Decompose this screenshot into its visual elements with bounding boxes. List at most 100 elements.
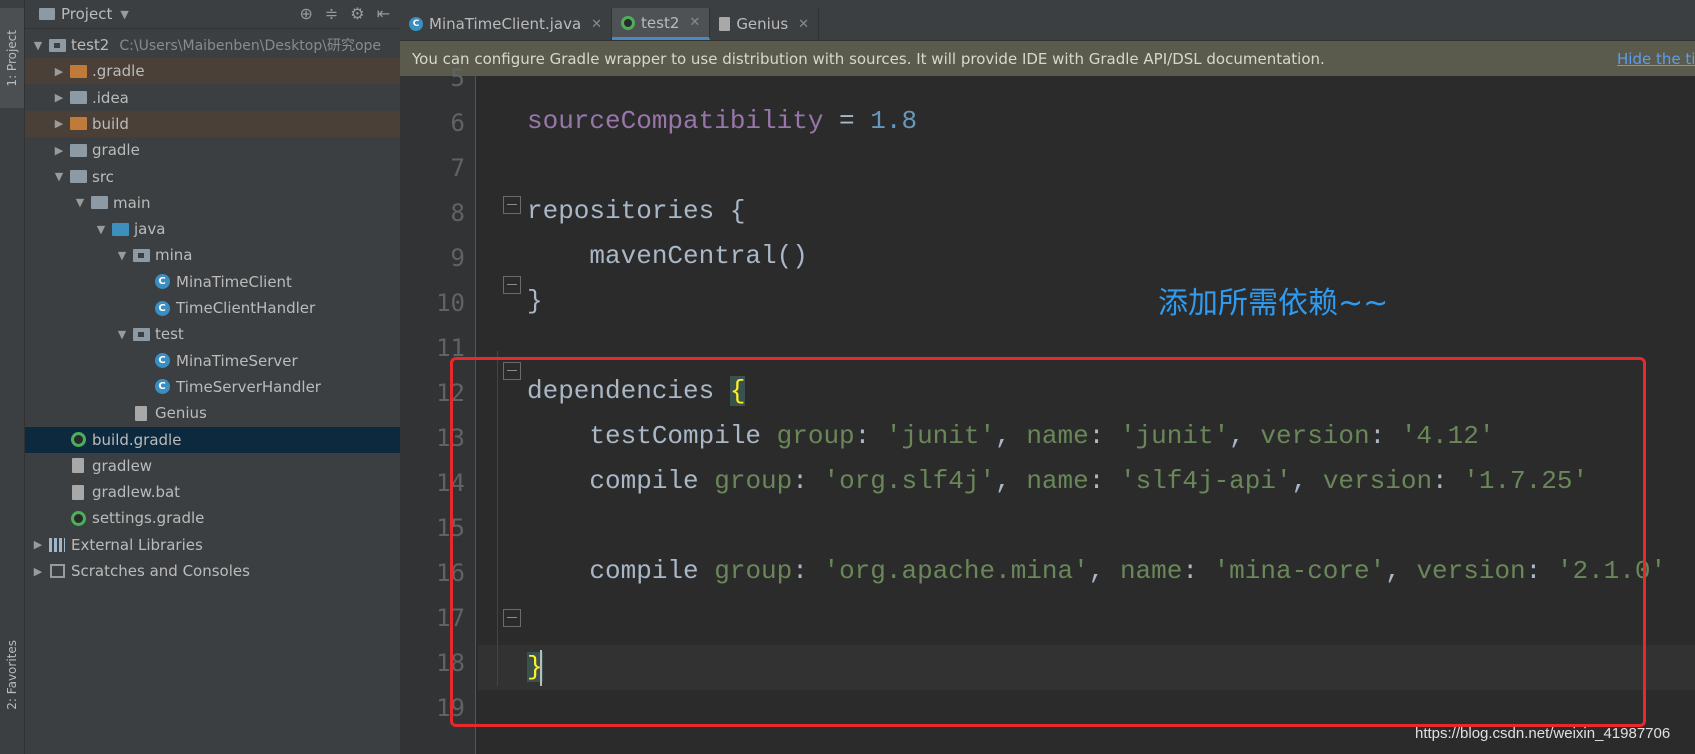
expanded-arrow-icon[interactable]: ▼ [31, 39, 45, 52]
hide-panel-icon[interactable]: ⇤ [377, 4, 390, 23]
expanded-arrow-icon[interactable]: ▼ [115, 328, 129, 341]
collapsed-arrow-icon[interactable]: ▶ [52, 144, 66, 157]
java-class-icon: C [153, 300, 171, 316]
tree-item-label: mina [155, 246, 193, 265]
tree-item-build-gradle[interactable]: build.gradle [25, 426, 400, 453]
java-class-icon: C [153, 274, 171, 290]
fold-marker-icon[interactable] [503, 276, 521, 294]
collapsed-arrow-icon[interactable]: ▶ [52, 117, 66, 130]
tree-item-build[interactable]: ▶ build [25, 110, 400, 137]
tree-item-label: TimeClientHandler [176, 299, 316, 317]
hide-banner-link[interactable]: Hide the ti [1617, 50, 1695, 68]
locate-icon[interactable]: ⊕ [299, 4, 312, 23]
watermark: https://blog.csdn.net/weixin_41987706 [1415, 725, 1671, 742]
tree-item-timeserverhandler[interactable]: C TimeServerHandler [25, 374, 400, 400]
favorites-tool-tab[interactable]: 2: Favorites [0, 625, 24, 725]
folder-orange-icon [69, 63, 87, 79]
gradle-icon [69, 510, 87, 526]
tree-item-label: settings.gradle [92, 509, 205, 528]
tree-item-gradlew[interactable]: gradlew [25, 453, 400, 479]
tree-item-gradlew-bat[interactable]: gradlew.bat [25, 479, 400, 505]
folder-icon [90, 195, 108, 211]
tree-item-label: java [134, 220, 166, 239]
file-icon [132, 405, 150, 421]
project-panel: Project ▼ ⊕ ≑ ⚙ ⇤ ▼ test2 C:\Users\Maibenb… [25, 0, 400, 754]
tree-item-genius[interactable]: Genius [25, 400, 400, 426]
close-icon[interactable]: ✕ [798, 17, 809, 32]
code-line-10: } [527, 286, 543, 316]
tree-item-java[interactable]: ▼ java [25, 216, 400, 242]
tree-item-label: .idea [92, 88, 129, 107]
expanded-arrow-icon[interactable]: ▼ [52, 170, 66, 183]
tree-item-gradle[interactable]: ▶ .gradle [25, 58, 400, 85]
expanded-arrow-icon[interactable]: ▼ [73, 196, 87, 209]
project-panel-toolbar: ⊕ ≑ ⚙ ⇤ [299, 4, 390, 23]
editor-tab-label: test2 [641, 13, 680, 32]
project-view-icon [39, 8, 55, 20]
tree-item-minatimeserver[interactable]: C MinaTimeServer [25, 348, 400, 374]
java-class-icon: C [153, 379, 171, 395]
tree-item-label: main [113, 193, 151, 212]
tree-item-label: build.gradle [92, 430, 182, 449]
editor-tab-genius[interactable]: Genius ✕ [710, 8, 820, 40]
tree-item-gradle[interactable]: ▶ gradle [25, 137, 400, 163]
tree-item-label: MinaTimeClient [176, 272, 292, 291]
tree-item-label: src [92, 167, 114, 186]
tree-item-label: gradlew [92, 456, 153, 475]
collapse-all-icon[interactable]: ≑ [325, 4, 338, 23]
libraries-icon [48, 537, 66, 553]
tree-item-test[interactable]: ▼ test [25, 321, 400, 347]
collapsed-arrow-icon[interactable]: ▶ [31, 538, 45, 551]
close-icon[interactable]: ✕ [591, 17, 602, 32]
gradle-icon [621, 15, 636, 30]
package-icon [132, 326, 150, 342]
tree-item-label: test [155, 325, 184, 344]
tree-item-label: test2 [71, 36, 110, 54]
tree-item-label: Genius [155, 404, 207, 423]
tree-item-scratches-and-consoles[interactable]: ▶ Scratches and Consoles [25, 558, 400, 584]
close-icon[interactable]: ✕ [689, 15, 700, 30]
code-line-9: mavenCentral() [527, 241, 808, 271]
editor-tab-test2[interactable]: test2 ✕ [612, 8, 711, 40]
tree-item-label: gradlew.bat [92, 483, 181, 502]
editor-tab-label: Genius [736, 15, 789, 33]
gradle-icon [69, 432, 87, 448]
chevron-down-icon[interactable]: ▼ [120, 8, 128, 21]
tree-item-label: build [92, 114, 129, 133]
editor-tab-label: MinaTimeClient.java [429, 15, 582, 33]
tree-item-test2[interactable]: ▼ test2 C:\Users\Maibenben\Desktop\研究ope [25, 32, 400, 58]
code-line-8: repositories { [527, 196, 746, 226]
tree-item-label: MinaTimeServer [176, 351, 298, 370]
tree-item-external-libraries[interactable]: ▶ External Libraries [25, 532, 400, 558]
tree-item-label: Scratches and Consoles [71, 562, 250, 580]
file-icon [69, 458, 87, 474]
collapsed-arrow-icon[interactable]: ▶ [52, 65, 66, 78]
tree-item-main[interactable]: ▼ main [25, 190, 400, 216]
file-icon [69, 484, 87, 500]
scratches-icon [48, 563, 66, 579]
tree-item-minatimeclient[interactable]: C MinaTimeClient [25, 269, 400, 295]
folder-icon [69, 169, 87, 185]
file-icon [719, 17, 731, 31]
fold-marker-icon[interactable] [503, 196, 521, 214]
project-panel-title[interactable]: Project [61, 5, 112, 23]
collapsed-arrow-icon[interactable]: ▶ [52, 91, 66, 104]
highlight-box [450, 357, 1646, 727]
expanded-arrow-icon[interactable]: ▼ [94, 223, 108, 236]
editor-tab-bar: C MinaTimeClient.java ✕ test2 ✕ Genius ✕ [400, 0, 1695, 41]
tree-item-src[interactable]: ▼ src [25, 164, 400, 190]
tree-item-idea[interactable]: ▶ .idea [25, 85, 400, 111]
left-tool-stripe: 1: Project 2: Favorites [0, 0, 25, 754]
expanded-arrow-icon[interactable]: ▼ [115, 249, 129, 262]
project-tool-tab[interactable]: 1: Project [0, 8, 24, 108]
editor-tab-minatimeclient-java[interactable]: C MinaTimeClient.java ✕ [400, 8, 613, 40]
tree-item-path: C:\Users\Maibenben\Desktop\研究ope [119, 38, 382, 54]
tree-item-settings-gradle[interactable]: settings.gradle [25, 505, 400, 531]
favorites-tool-tab-label: 2: Favorites [5, 640, 19, 710]
gear-icon[interactable]: ⚙ [350, 4, 364, 23]
folder-icon [69, 90, 87, 106]
tree-item-mina[interactable]: ▼ mina [25, 242, 400, 268]
tree-item-timeclienthandler[interactable]: C TimeClientHandler [25, 295, 400, 321]
banner-text: You can configure Gradle wrapper to use … [412, 49, 1325, 68]
collapsed-arrow-icon[interactable]: ▶ [31, 565, 45, 578]
